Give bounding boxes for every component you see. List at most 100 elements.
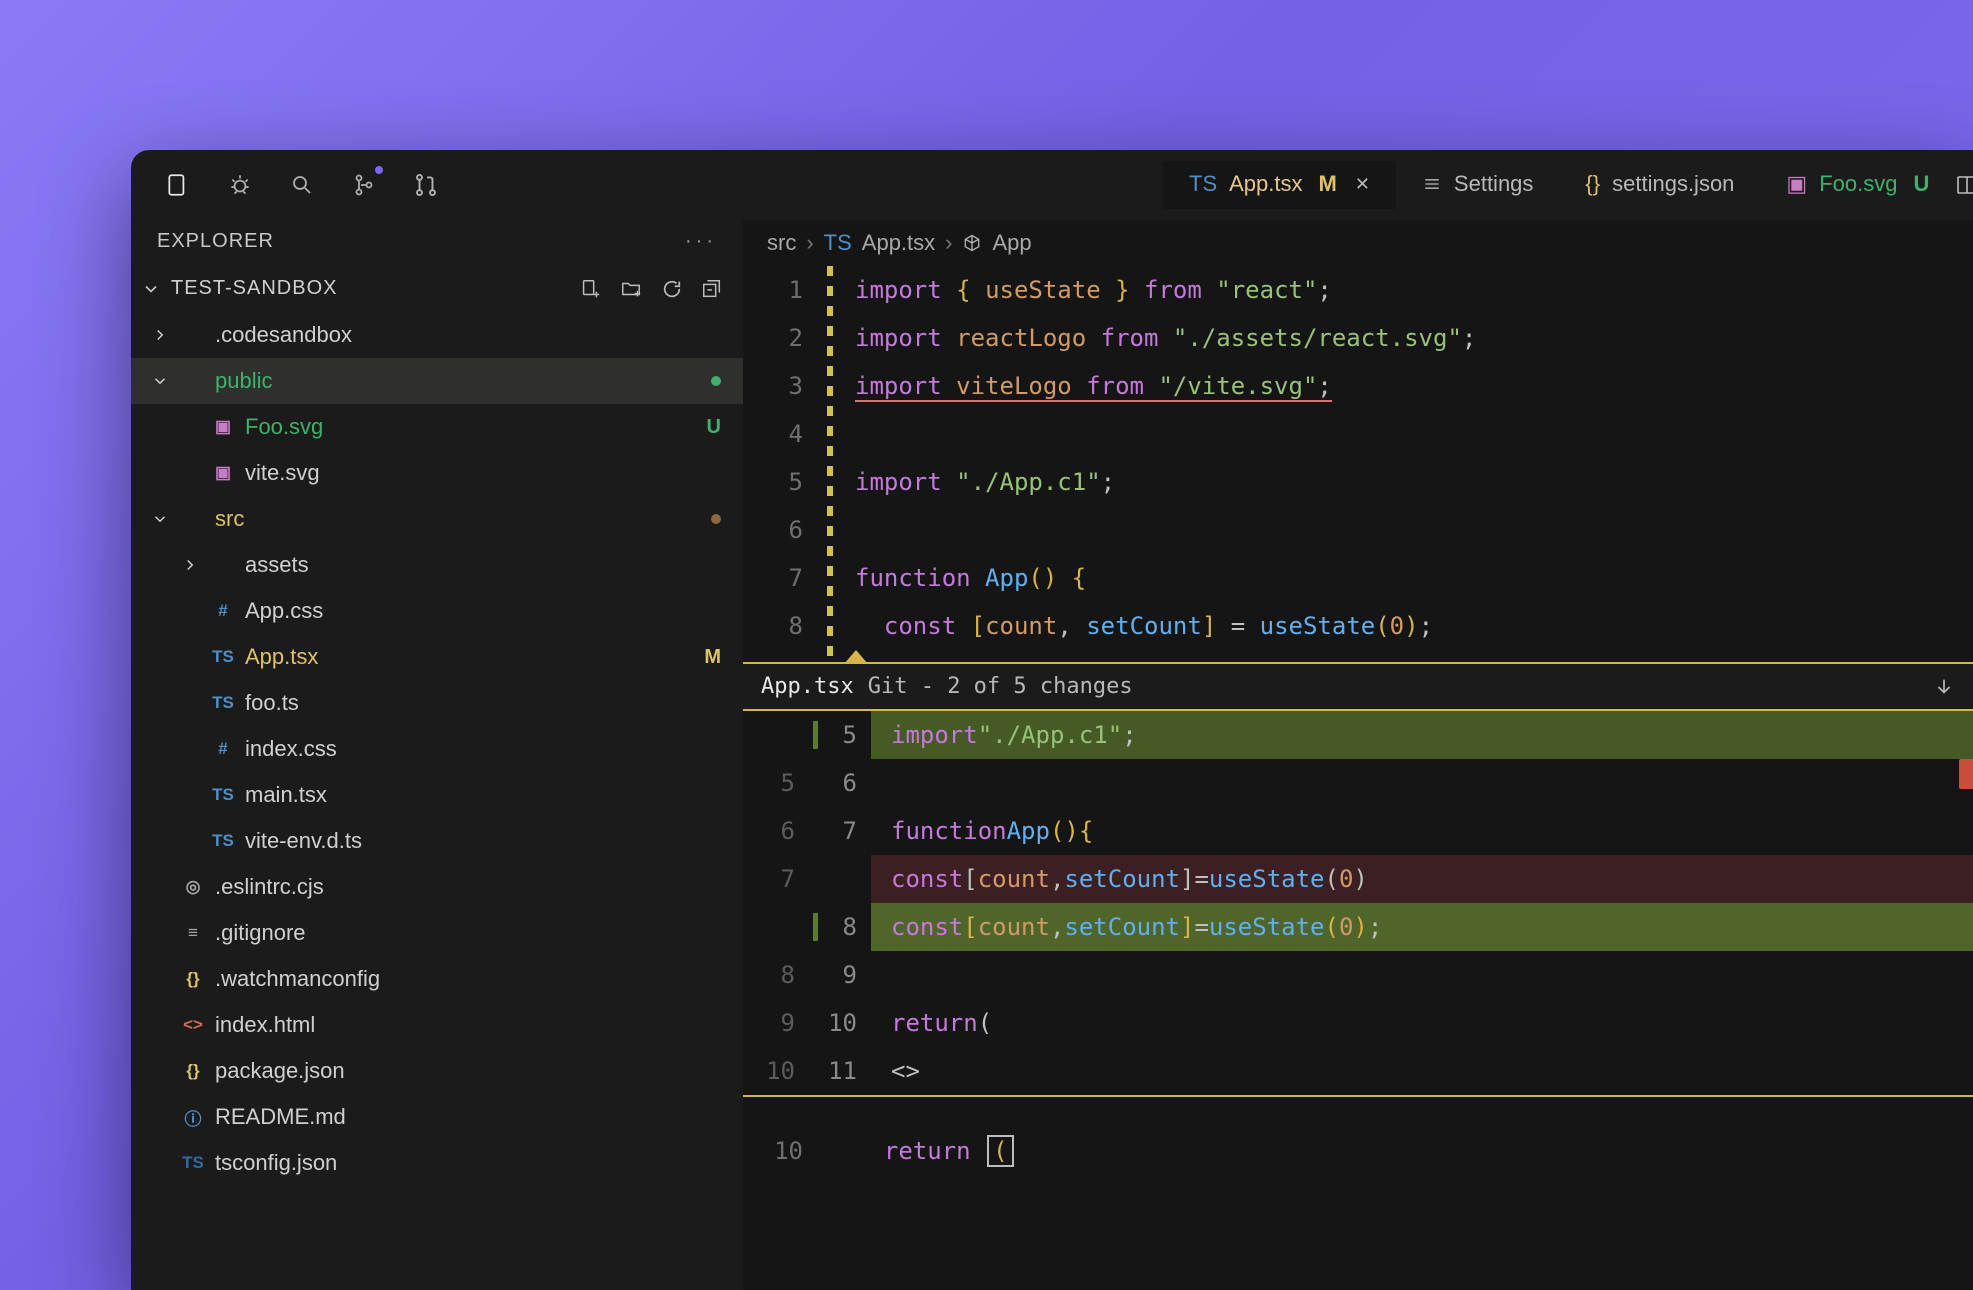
code-line[interactable]: 2import reactLogo from "./assets/react.s… xyxy=(743,314,1973,362)
refresh-icon[interactable] xyxy=(661,278,683,300)
diff-line[interactable]: 7 const [count, setCount] = useState(0) xyxy=(743,855,1973,903)
top-bar: TSApp.tsxM✕Settings{}settings.json▣Foo.s… xyxy=(131,150,1973,220)
code-line[interactable]: 8 const [count, setCount] = useState(0); xyxy=(743,602,1973,650)
breadcrumb-symbol[interactable]: App xyxy=(992,230,1031,256)
line-number-left: 7 xyxy=(743,865,813,893)
code-line[interactable]: 3import viteLogo from "/vite.svg"; xyxy=(743,362,1973,410)
folder--codesandbox[interactable]: .codesandbox xyxy=(131,312,743,358)
breadcrumbs[interactable]: src › TS App.tsx › App xyxy=(743,220,1973,266)
project-header[interactable]: TEST-SANDBOX xyxy=(131,271,743,312)
line-number: 1 xyxy=(743,276,821,304)
file--watchmanconfig[interactable]: {}.watchmanconfig xyxy=(131,956,743,1002)
file-icon: {} xyxy=(181,969,205,989)
file--gitignore[interactable]: ≡.gitignore xyxy=(131,910,743,956)
tab-foo-svg[interactable]: ▣Foo.svgU xyxy=(1760,161,1955,209)
file-tree: .codesandboxpublic▣Foo.svgU▣vite.svgsrca… xyxy=(131,312,743,1290)
git-status-dot xyxy=(711,376,721,386)
file-tsconfig-json[interactable]: TStsconfig.json xyxy=(131,1140,743,1186)
chevron-right-icon: › xyxy=(945,230,952,256)
tab-status: M xyxy=(1319,171,1337,197)
diff-view[interactable]: 5import "./App.c1";5667function App() {7… xyxy=(743,711,1973,1095)
folder-public[interactable]: public xyxy=(131,358,743,404)
line-number-left: 9 xyxy=(743,1009,813,1037)
collapse-all-icon[interactable] xyxy=(701,278,723,300)
file-foo-svg[interactable]: ▣Foo.svgU xyxy=(131,404,743,450)
code-line[interactable]: 7function App() { xyxy=(743,554,1973,602)
breadcrumb-folder[interactable]: src xyxy=(767,230,796,256)
file-main-tsx[interactable]: TS main.tsx xyxy=(131,772,743,818)
file--eslintrc-cjs[interactable]: ◎.eslintrc.cjs xyxy=(131,864,743,910)
pull-request-icon[interactable] xyxy=(409,168,443,202)
folder-assets[interactable]: assets xyxy=(131,542,743,588)
diff-file-name: App.tsx xyxy=(761,674,854,699)
file-index-html[interactable]: <>index.html xyxy=(131,1002,743,1048)
explorer-more-icon[interactable]: ··· xyxy=(685,230,717,253)
new-folder-icon[interactable] xyxy=(619,278,643,300)
folder-src[interactable]: src xyxy=(131,496,743,542)
tab-settings[interactable]: Settings xyxy=(1396,161,1560,209)
file-app-tsx[interactable]: TSApp.tsxM xyxy=(131,634,743,680)
file-icon: ▣ xyxy=(211,417,235,437)
tab-status: U xyxy=(1913,171,1929,197)
tree-item-label: vite-env.d.ts xyxy=(245,828,721,854)
tab-settings-json[interactable]: {}settings.json xyxy=(1559,161,1760,209)
code-line[interactable]: 1import { useState } from "react"; xyxy=(743,266,1973,314)
diff-line[interactable]: 5import "./App.c1"; xyxy=(743,711,1973,759)
split-editor-icon[interactable] xyxy=(1955,173,1973,197)
tree-item-label: main.tsx xyxy=(245,782,721,808)
tabs: TSApp.tsxM✕Settings{}settings.json▣Foo.s… xyxy=(1163,150,1973,220)
explorer-header: EXPLORER ··· xyxy=(131,220,743,271)
file-foo-ts[interactable]: TS foo.ts xyxy=(131,680,743,726)
file-type-icon: ▣ xyxy=(1786,171,1807,197)
code-line[interactable]: 6 xyxy=(743,506,1973,554)
diff-line[interactable]: 67function App() { xyxy=(743,807,1973,855)
diff-line[interactable]: 1011 <> xyxy=(743,1047,1973,1095)
next-change-icon[interactable] xyxy=(1933,676,1955,698)
line-number: 2 xyxy=(743,324,821,352)
code-editor-bottom[interactable]: 10 return ( xyxy=(743,1097,1973,1290)
tab-app-tsx[interactable]: TSApp.tsxM✕ xyxy=(1163,161,1396,209)
line-number-right: 9 xyxy=(813,961,871,989)
file-icon: ⓘ xyxy=(181,1105,205,1130)
file-index-css[interactable]: #index.css xyxy=(131,726,743,772)
code-line[interactable]: 10 return ( xyxy=(743,1127,1973,1175)
code-line[interactable]: 5import "./App.c1"; xyxy=(743,458,1973,506)
file-icon: {} xyxy=(181,1061,205,1081)
file-vite-env-d-ts[interactable]: TSvite-env.d.ts xyxy=(131,818,743,864)
ts-file-icon: TS xyxy=(824,230,852,256)
file-icon: # xyxy=(211,601,235,621)
tree-item-label: index.css xyxy=(245,736,721,762)
tree-item-label: .codesandbox xyxy=(215,322,721,348)
chevron-right-icon xyxy=(151,326,171,344)
search-icon[interactable] xyxy=(285,168,319,202)
debug-icon[interactable] xyxy=(223,168,257,202)
source-control-icon[interactable] xyxy=(347,168,381,202)
tree-item-label: .gitignore xyxy=(215,920,721,946)
diff-line[interactable]: 89 xyxy=(743,951,1973,999)
line-number-right: 7 xyxy=(813,817,871,845)
code-line[interactable]: 4 xyxy=(743,410,1973,458)
file-readme-md[interactable]: ⓘREADME.md xyxy=(131,1094,743,1140)
file-package-json[interactable]: {}package.json xyxy=(131,1048,743,1094)
tree-item-label: vite.svg xyxy=(245,460,721,486)
line-number: 8 xyxy=(743,612,821,640)
tree-item-label: foo.ts xyxy=(245,690,721,716)
file-app-css[interactable]: #App.css xyxy=(131,588,743,634)
line-number: 5 xyxy=(743,468,821,496)
breadcrumb-file[interactable]: App.tsx xyxy=(862,230,935,256)
new-file-icon[interactable] xyxy=(579,278,601,300)
diff-line[interactable]: 8 const [count, setCount] = useState(0); xyxy=(743,903,1973,951)
file-icon: TS xyxy=(211,785,235,805)
tree-item-label: public xyxy=(215,368,701,394)
diff-line[interactable]: 910 return ( xyxy=(743,999,1973,1047)
line-number: 3 xyxy=(743,372,821,400)
file-icon: TS xyxy=(211,693,235,713)
code-editor[interactable]: 1import { useState } from "react";2impor… xyxy=(743,266,1973,662)
file-icon: <> xyxy=(181,1015,205,1035)
project-name: TEST-SANDBOX xyxy=(171,277,569,300)
explorer-icon[interactable] xyxy=(161,168,195,202)
diff-line[interactable]: 56 xyxy=(743,759,1973,807)
file-vite-svg[interactable]: ▣vite.svg xyxy=(131,450,743,496)
close-icon[interactable]: ✕ xyxy=(1355,174,1370,195)
project-actions xyxy=(579,278,723,300)
